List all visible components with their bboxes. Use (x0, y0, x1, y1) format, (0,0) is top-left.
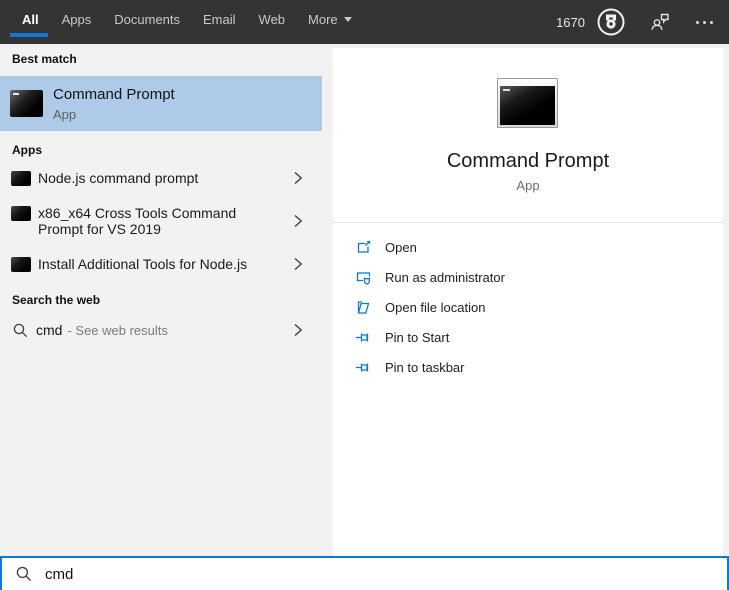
admin-shield-icon (355, 269, 372, 286)
tab-more[interactable]: More (308, 0, 352, 44)
action-run-as-administrator[interactable]: Run as administrator (333, 262, 723, 292)
chevron-right-icon[interactable] (293, 170, 303, 186)
result-label: x86_x64 Cross Tools Command Prompt for V… (38, 205, 237, 237)
pin-to-start-icon (355, 329, 372, 346)
action-open[interactable]: Open (333, 232, 723, 262)
action-pin-to-start[interactable]: Pin to Start (333, 322, 723, 352)
action-label: Open (385, 239, 417, 255)
terminal-icon (11, 256, 31, 272)
more-options-icon[interactable] (696, 20, 713, 24)
result-x86-x64-cross-tools[interactable]: x86_x64 Cross Tools Command Prompt for V… (0, 196, 322, 246)
tab-documents[interactable]: Documents (114, 0, 180, 44)
action-open-file-location[interactable]: Open file location (333, 292, 723, 322)
tab-more-label: More (308, 12, 338, 27)
preview-panel: Command Prompt App Open Run as administr… (333, 48, 723, 556)
result-label: Node.js command prompt (38, 170, 199, 186)
pin-to-taskbar-icon (355, 359, 372, 376)
result-title: Command Prompt (53, 85, 175, 103)
terminal-icon (11, 170, 31, 186)
tab-apps-label: Apps (61, 12, 92, 27)
chevron-right-icon[interactable] (293, 213, 303, 229)
search-icon (12, 322, 29, 339)
tab-web-label: Web (258, 12, 286, 27)
action-label: Open file location (385, 299, 486, 315)
best-match-header: Best match (12, 52, 77, 66)
divider (333, 222, 723, 223)
search-icon (15, 565, 33, 583)
search-input[interactable] (45, 565, 727, 583)
taskbar-search-box[interactable] (0, 556, 729, 590)
preview-type: App (516, 178, 540, 193)
action-label: Run as administrator (385, 269, 505, 285)
search-filter-bar: All Apps Documents Email Web More 1670 (0, 0, 729, 44)
tab-all-label: All (22, 12, 39, 27)
open-icon (355, 239, 372, 256)
tab-email-label: Email (203, 12, 236, 27)
action-label: Pin to Start (385, 329, 450, 345)
result-install-additional-tools[interactable]: Install Additional Tools for Node.js (0, 246, 322, 282)
feedback-icon[interactable] (649, 11, 671, 33)
apps-header: Apps (12, 143, 42, 157)
result-web-search-cmd[interactable]: cmd - See web results (0, 312, 322, 348)
web-suffix: - See web results (67, 322, 168, 338)
chevron-right-icon[interactable] (293, 256, 303, 272)
tab-email[interactable]: Email (203, 0, 236, 44)
results-panel: Best match Command Prompt App Apps Node.… (0, 44, 322, 556)
preview-title: Command Prompt (446, 150, 610, 172)
action-pin-to-taskbar[interactable]: Pin to taskbar (333, 352, 723, 382)
search-the-web-header: Search the web (12, 293, 101, 307)
rewards-medal-icon[interactable] (596, 7, 626, 37)
tab-documents-label: Documents (114, 12, 181, 27)
web-query: cmd (36, 322, 63, 338)
action-list: Open Run as administrator Open file loca… (333, 232, 723, 382)
chevron-right-icon[interactable] (293, 322, 303, 338)
result-command-prompt[interactable]: Command Prompt App (0, 76, 322, 131)
result-nodejs-command-prompt[interactable]: Node.js command prompt (0, 160, 322, 196)
result-label: Install Additional Tools for Node.js (38, 256, 248, 272)
tab-all[interactable]: All (10, 0, 48, 44)
terminal-icon (11, 206, 31, 221)
command-prompt-large-icon (497, 78, 558, 128)
result-type: App (53, 106, 77, 122)
tab-apps[interactable]: Apps (62, 0, 92, 44)
rewards-points: 1670 (556, 14, 585, 30)
command-prompt-icon (10, 90, 43, 117)
file-location-icon (355, 299, 372, 316)
action-label: Pin to taskbar (385, 359, 465, 375)
tab-web[interactable]: Web (259, 0, 286, 44)
chevron-down-icon (343, 17, 352, 22)
filter-tabs: All Apps Documents Email Web More (0, 0, 352, 44)
